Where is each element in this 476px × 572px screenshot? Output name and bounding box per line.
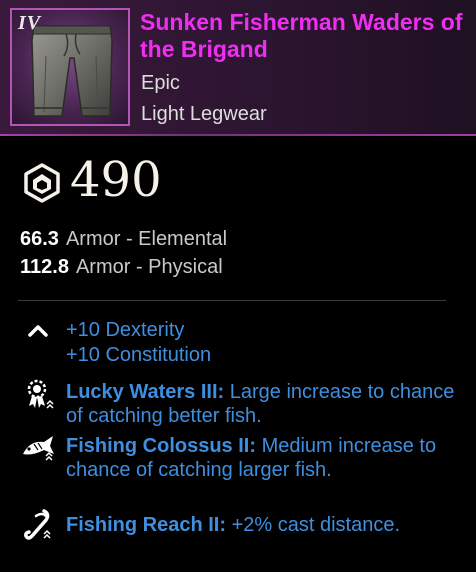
perk-name: Fishing Reach II: xyxy=(66,514,227,536)
item-rarity: Epic xyxy=(141,72,180,94)
item-type: Light Legwear xyxy=(141,103,267,125)
perk-description: +2% cast distance. xyxy=(231,514,401,536)
chevron-up-icon xyxy=(28,325,48,337)
fishing-hook-icon xyxy=(24,509,51,540)
armor-label: Armor - Physical xyxy=(75,256,223,278)
armor-value: 66.3 xyxy=(20,228,59,250)
item-name: Sunken Fisherman Waders of the Brigand xyxy=(140,9,463,62)
perk-fishing-reach: Fishing Reach II: +2% cast distance. xyxy=(66,513,466,537)
gear-score-hexagon-icon xyxy=(24,163,60,203)
lucky-rosette-icon xyxy=(27,379,54,409)
armor-stat-physical: 112.8 Armor - Physical xyxy=(20,256,223,279)
perk-name: Fishing Colossus II: xyxy=(66,435,257,457)
attribute-bonus: +10 Constitution xyxy=(66,344,212,366)
perk-name: Lucky Waters III: xyxy=(66,381,225,403)
perk-fishing-colossus: Fishing Colossus II: Medium increase to … xyxy=(66,434,466,482)
header-divider xyxy=(0,134,476,136)
perk-lucky-waters: Lucky Waters III: Large increase to chan… xyxy=(66,380,466,428)
armor-value: 112.8 xyxy=(20,256,69,278)
fish-icon xyxy=(23,436,54,461)
stats-divider xyxy=(18,300,446,301)
armor-stat-elemental: 66.3 Armor - Elemental xyxy=(20,228,227,251)
attribute-bonus: +10 Dexterity xyxy=(66,319,185,341)
armor-label: Armor - Elemental xyxy=(65,228,228,250)
item-icon-frame: IV xyxy=(10,8,130,126)
gear-score-value: 490 xyxy=(70,152,162,208)
tier-label: IV xyxy=(18,12,42,34)
